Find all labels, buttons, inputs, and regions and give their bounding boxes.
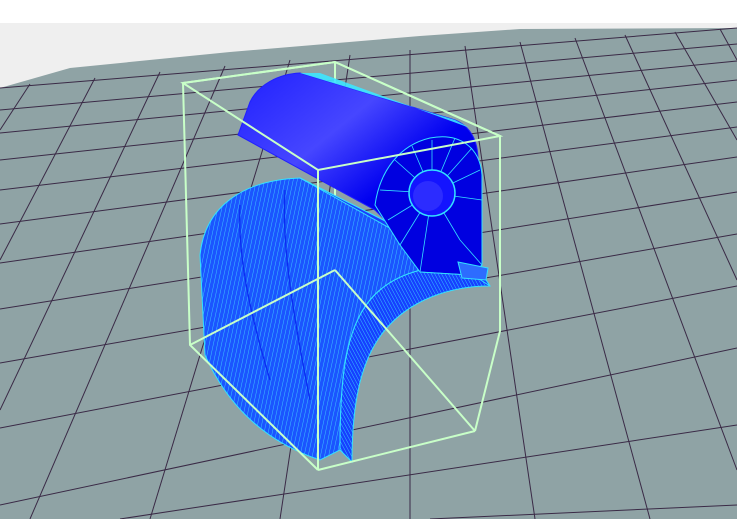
viewport-canvas[interactable] xyxy=(0,0,737,519)
3d-viewport[interactable] xyxy=(0,0,737,519)
cad-app xyxy=(0,0,737,519)
cylinder-bore-inner xyxy=(413,181,443,211)
